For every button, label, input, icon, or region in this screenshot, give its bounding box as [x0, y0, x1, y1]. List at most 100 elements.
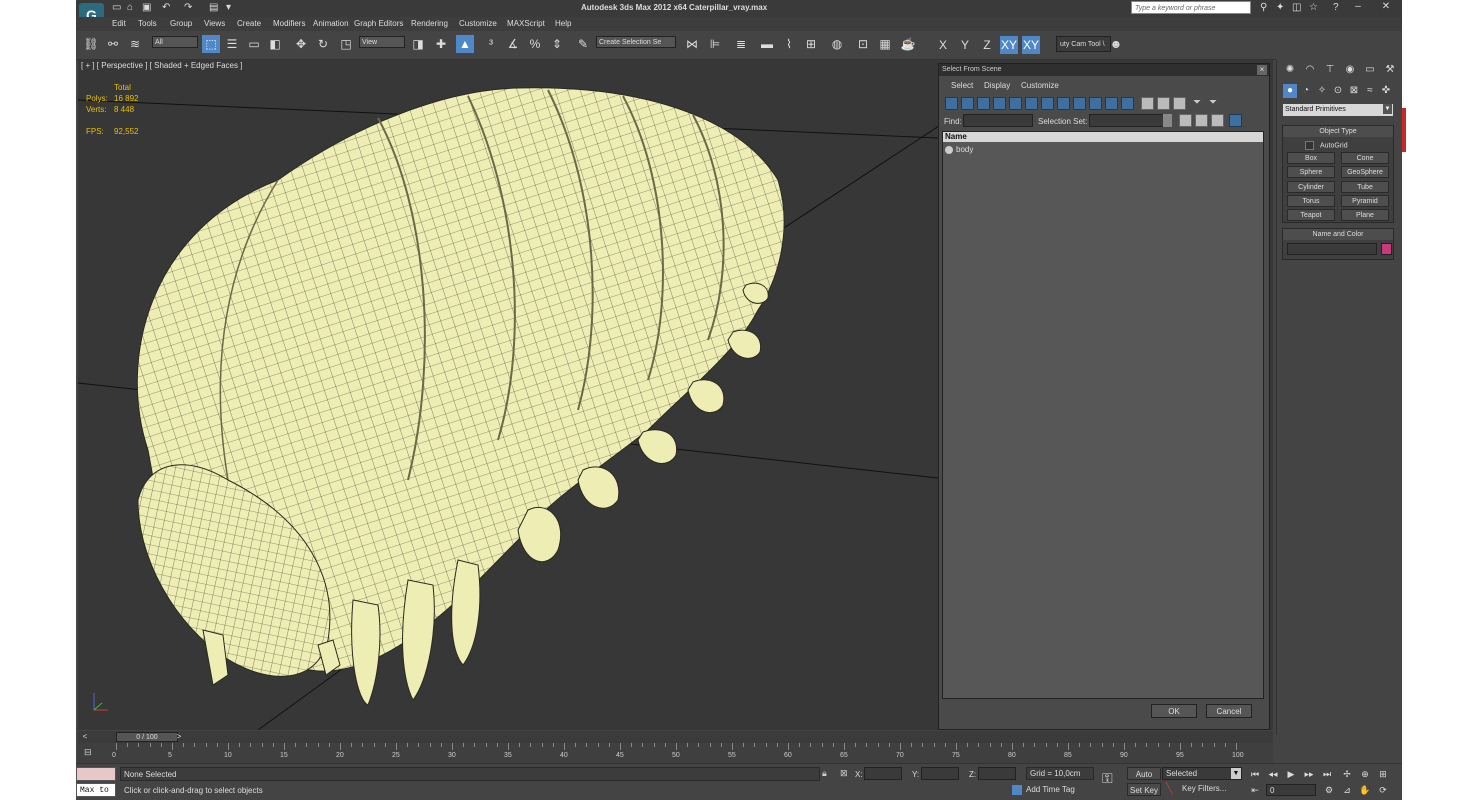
menu-edit[interactable]: Edit [112, 19, 126, 28]
link-icon[interactable]: ⛓ [82, 35, 100, 53]
curve-editor-icon[interactable]: ⌇ [780, 35, 798, 53]
tube-button[interactable]: Tube [1341, 181, 1389, 193]
key-mode-toggle-icon[interactable]: ⇤ [1248, 783, 1262, 797]
add-time-tag[interactable]: Add Time Tag [1012, 785, 1075, 795]
selection-set-remove-icon[interactable] [1195, 114, 1208, 127]
render-setup-icon[interactable]: ⊡ [854, 35, 872, 53]
menu-views[interactable]: Views [204, 19, 225, 28]
x-coordinate-input[interactable] [864, 767, 902, 780]
sphere-button[interactable]: Sphere [1287, 166, 1335, 178]
filter-containers-icon[interactable] [1089, 97, 1102, 110]
filter-funnel-icon[interactable]: ⏷ [1193, 97, 1206, 110]
maximize-viewport-icon[interactable]: ⊞ [1376, 767, 1390, 781]
pyramid-button[interactable]: Pyramid [1341, 195, 1389, 207]
select-none-icon[interactable] [1157, 97, 1170, 110]
camera-tool-button[interactable]: uty Cam Tool \ [1056, 36, 1111, 52]
schematic-view-icon[interactable]: ⊞ [802, 35, 820, 53]
menu-tools[interactable]: Tools [138, 19, 157, 28]
menu-maxscript[interactable]: MAXScript [507, 19, 545, 28]
object-type-title[interactable]: Object Type [1283, 126, 1393, 137]
previous-frame-icon[interactable]: ◂◂ [1266, 767, 1280, 781]
bind-space-warp-icon[interactable]: ≋ [126, 35, 144, 53]
project-folder-icon[interactable]: ▤ [209, 3, 219, 13]
help-search-input[interactable]: Type a keyword or phrase [1131, 1, 1251, 14]
selection-set-dropdown-arrow[interactable] [1163, 114, 1172, 127]
filter-frozen-icon[interactable] [1105, 97, 1118, 110]
axis-z-constraint[interactable]: Z [978, 36, 996, 54]
chevron-down-icon[interactable]: ▼ [1383, 104, 1392, 114]
close-window-button[interactable]: ✕ [1372, 0, 1400, 15]
tab-utilities-icon[interactable]: ⚒ [1383, 63, 1397, 77]
list-column-name[interactable]: Name [943, 132, 1263, 142]
track-bar[interactable]: ⊟ 0 5 10 15 20 25 30 35 40 45 50 55 60 65 70 75 80 85 90 95… [78, 743, 1273, 763]
tab-hierarchy-icon[interactable]: ⊤ [1323, 63, 1337, 77]
menu-group[interactable]: Group [170, 19, 192, 28]
plane-button[interactable]: Plane [1341, 209, 1389, 221]
tab-create-icon[interactable]: ✺ [1283, 63, 1297, 77]
menu-help[interactable]: Help [555, 19, 571, 28]
mirror-icon[interactable]: ⋈ [683, 35, 701, 53]
autogrid-checkbox[interactable]: AutoGrid [1305, 141, 1348, 150]
absolute-mode-transform-icon[interactable]: ⊠ [840, 768, 848, 779]
geometry-category-icon[interactable]: ● [1283, 84, 1297, 98]
filter-cameras-icon[interactable] [993, 97, 1006, 110]
z-coordinate-input[interactable] [978, 767, 1016, 780]
save-file-icon[interactable]: ▣ [142, 3, 152, 13]
rectangular-selection-icon[interactable]: ▭ [245, 35, 263, 53]
y-coordinate-input[interactable] [921, 767, 959, 780]
cameras-category-icon[interactable]: ⊙ [1331, 84, 1345, 98]
filter-spacewarps-icon[interactable] [1025, 97, 1038, 110]
list-item[interactable]: body [945, 145, 973, 154]
maxscript-mini-listener[interactable]: Max to [76, 783, 116, 797]
dialog-menu-select[interactable]: Select [951, 81, 973, 90]
communication-center-icon[interactable]: ◫ [1292, 3, 1302, 13]
new-file-icon[interactable]: ▭ [112, 3, 122, 13]
named-selection-set-dropdown[interactable]: Create Selection Se [596, 36, 676, 48]
time-configuration-icon[interactable]: ⚙ [1322, 783, 1336, 797]
menu-graph-editors[interactable]: Graph Editors [354, 19, 403, 28]
current-frame-input[interactable]: 0 [1266, 784, 1316, 796]
favorites-star-icon[interactable]: ☆ [1309, 3, 1319, 13]
teapot-button[interactable]: Teapot [1287, 209, 1335, 221]
object-name-input[interactable] [1287, 243, 1377, 255]
filter-geometry-icon[interactable] [945, 97, 958, 110]
percent-snap-icon[interactable]: % [526, 35, 544, 53]
cancel-button[interactable]: Cancel [1206, 704, 1252, 718]
chevron-down-icon[interactable]: ▼ [1231, 768, 1241, 779]
viewport-label-menu[interactable]: [ + ] [ Perspective ] [ Shaded + Edged F… [81, 61, 242, 70]
selection-set-edit-icon[interactable] [1211, 114, 1224, 127]
scale-icon[interactable]: ◳ [337, 35, 355, 53]
name-and-color-title[interactable]: Name and Color [1283, 229, 1393, 240]
selection-lock-icon[interactable]: 🔒︎ [822, 768, 827, 779]
filter-hidden-icon[interactable] [1121, 97, 1134, 110]
window-crossing-icon[interactable]: ◧ [266, 35, 284, 53]
select-all-icon[interactable] [1141, 97, 1154, 110]
redo-icon[interactable]: ↷ [184, 3, 194, 13]
zoom-extents-icon[interactable]: ✢ [1340, 767, 1354, 781]
rotate-icon[interactable]: ↻ [314, 35, 332, 53]
play-icon[interactable]: ▶ [1284, 767, 1298, 781]
minimize-button[interactable]: – [1346, 0, 1370, 15]
filter-xrefs-icon[interactable] [1057, 97, 1070, 110]
time-slider-prev-icon[interactable]: < [80, 732, 90, 742]
tab-display-icon[interactable]: ▭ [1363, 63, 1377, 77]
cone-button[interactable]: Cone [1341, 152, 1389, 164]
go-to-start-icon[interactable]: ⏮ [1248, 767, 1262, 781]
torus-button[interactable]: Torus [1287, 195, 1335, 207]
shapes-category-icon[interactable]: ◔ [1299, 84, 1313, 98]
key-mode-dropdown[interactable]: Selected ▼ [1162, 767, 1242, 780]
snaps-toggle-icon[interactable]: ³ [482, 35, 500, 53]
spinner-snap-icon[interactable]: ⇕ [548, 35, 566, 53]
primitive-type-dropdown[interactable]: Standard Primitives ▼ [1283, 104, 1393, 116]
selection-filter-dropdown[interactable]: All [152, 36, 198, 48]
tools-icon[interactable]: ✦ [1276, 3, 1286, 13]
axis-xy-cycle-constraint[interactable]: XY [1022, 36, 1040, 54]
angle-snap-icon[interactable]: ∡ [504, 35, 522, 53]
filter-shapes-icon[interactable] [961, 97, 974, 110]
menu-create[interactable]: Create [237, 19, 261, 28]
edit-named-selection-icon[interactable]: ✎ [574, 35, 592, 53]
axis-y-constraint[interactable]: Y [956, 36, 974, 54]
dialog-menu-display[interactable]: Display [984, 81, 1010, 90]
systems-category-icon[interactable]: ✜ [1379, 84, 1393, 98]
filter-lights-icon[interactable] [977, 97, 990, 110]
